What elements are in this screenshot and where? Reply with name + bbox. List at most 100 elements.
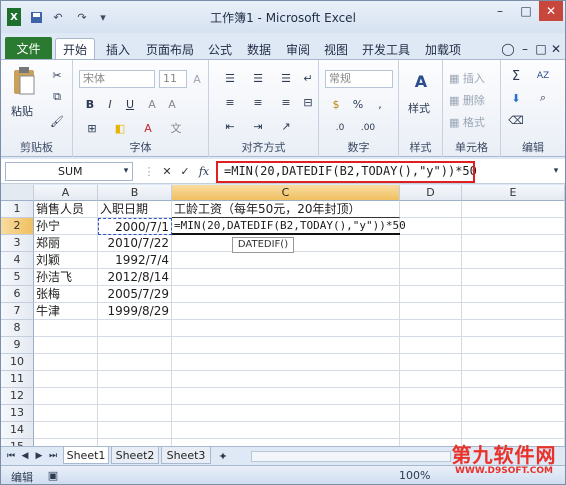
- cell-a5[interactable]: 孙洁飞: [34, 269, 98, 286]
- cell-b3[interactable]: 2010/7/22: [98, 235, 172, 252]
- row-header-5[interactable]: 5: [1, 269, 34, 286]
- percent-icon[interactable]: %: [349, 96, 367, 112]
- grid-cell[interactable]: [400, 252, 462, 269]
- help-icon[interactable]: ◯: [501, 38, 515, 60]
- grow-font-icon[interactable]: A: [189, 70, 205, 88]
- row-header-13[interactable]: 13: [1, 405, 34, 422]
- grid-cell[interactable]: [172, 354, 400, 371]
- horizontal-scrollbar[interactable]: [251, 451, 451, 462]
- grid-cell[interactable]: [400, 303, 462, 320]
- underline-button[interactable]: U: [123, 96, 137, 112]
- align-middle-icon[interactable]: ☰: [249, 70, 267, 86]
- grid-cell[interactable]: [34, 337, 98, 354]
- row-header-10[interactable]: 10: [1, 354, 34, 371]
- wrap-text-icon[interactable]: ↵: [301, 70, 315, 86]
- grid-cell[interactable]: [172, 388, 400, 405]
- prev-sheet-icon[interactable]: ◀: [19, 448, 31, 464]
- cancel-icon[interactable]: ✕: [159, 163, 175, 179]
- styles-button[interactable]: 样式: [408, 100, 430, 116]
- restore-icon[interactable]: □: [535, 38, 547, 60]
- grid-cell[interactable]: [172, 320, 400, 337]
- row-header-3[interactable]: 3: [1, 235, 34, 252]
- tab-data[interactable]: 数据: [241, 38, 277, 60]
- italic-button[interactable]: I: [103, 96, 117, 112]
- column-header-d[interactable]: D: [400, 185, 462, 201]
- grid-cell[interactable]: [98, 320, 172, 337]
- grid-cell[interactable]: [34, 405, 98, 422]
- format-painter-icon[interactable]: 🖌: [47, 114, 67, 128]
- find-icon[interactable]: ⌕: [531, 90, 555, 106]
- sheet-tab-sheet2[interactable]: Sheet2: [111, 447, 159, 464]
- insert-function-button[interactable]: fx: [195, 163, 213, 179]
- shrink-font-icon[interactable]: A: [165, 96, 179, 112]
- tab-file[interactable]: 文件: [5, 37, 52, 60]
- row-header-1[interactable]: 1: [1, 201, 34, 218]
- sheet-tab-sheet1[interactable]: Sheet1: [63, 447, 109, 464]
- cell-c2-editing[interactable]: =MIN(20,DATEDIF(B2,TODAY(),"y"))*50: [172, 218, 406, 235]
- tab-developer[interactable]: 开发工具: [357, 38, 415, 60]
- row-header-2[interactable]: 2: [1, 218, 34, 235]
- grid-cell[interactable]: [462, 388, 565, 405]
- grid-cell[interactable]: [98, 405, 172, 422]
- enter-icon[interactable]: ✓: [177, 163, 193, 179]
- grid-cell[interactable]: [34, 371, 98, 388]
- merge-icon[interactable]: ⊟: [301, 94, 315, 110]
- grid-cell[interactable]: [172, 405, 400, 422]
- tab-formulas[interactable]: 公式: [203, 38, 237, 60]
- grid-cell[interactable]: [400, 388, 462, 405]
- minimize-button[interactable]: –: [487, 1, 513, 21]
- row-header-4[interactable]: 4: [1, 252, 34, 269]
- comma-icon[interactable]: ,: [371, 96, 389, 112]
- cut-icon[interactable]: ✂: [49, 68, 65, 82]
- grid-cell[interactable]: [400, 218, 462, 235]
- grid-cell[interactable]: [98, 371, 172, 388]
- tab-page-layout[interactable]: 页面布局: [141, 38, 199, 60]
- grid-cell[interactable]: [172, 371, 400, 388]
- cell-a7[interactable]: 牛津: [34, 303, 98, 320]
- grid-cell[interactable]: [98, 422, 172, 439]
- grid-cell[interactable]: [172, 286, 400, 303]
- insert-cells-button[interactable]: ▦ 插入: [449, 70, 485, 86]
- grid-cell[interactable]: [98, 354, 172, 371]
- grid-cell[interactable]: [462, 201, 565, 218]
- column-header-c[interactable]: C: [172, 185, 400, 201]
- grid-cell[interactable]: [400, 354, 462, 371]
- cell-b7[interactable]: 1999/8/29: [98, 303, 172, 320]
- currency-icon[interactable]: $: [327, 96, 345, 112]
- row-header-12[interactable]: 12: [1, 388, 34, 405]
- close-button[interactable]: ✕: [539, 1, 563, 21]
- grid-cell[interactable]: [400, 235, 462, 252]
- macro-record-icon[interactable]: ▣: [45, 468, 61, 483]
- increase-indent-icon[interactable]: ⇥: [249, 118, 267, 134]
- grid-cell[interactable]: [462, 354, 565, 371]
- grid-cell[interactable]: [400, 286, 462, 303]
- align-left-icon[interactable]: ≡: [221, 94, 239, 110]
- clear-icon[interactable]: ⌫: [507, 112, 525, 128]
- cell-a3[interactable]: 郑丽: [34, 235, 98, 252]
- grid-cell[interactable]: [462, 303, 565, 320]
- grid-cell[interactable]: [172, 337, 400, 354]
- orientation-icon[interactable]: ↗: [277, 118, 295, 134]
- styles-icon[interactable]: A: [407, 66, 435, 96]
- borders-icon[interactable]: ⊞: [83, 120, 101, 136]
- splitter-icon[interactable]: ⋮: [144, 164, 155, 178]
- grid-cell[interactable]: [462, 422, 565, 439]
- column-header-e[interactable]: E: [462, 185, 565, 201]
- worksheet-grid[interactable]: A B C D E 123456789101112131415 销售人员 入职日…: [1, 185, 565, 456]
- grid-cell[interactable]: [98, 337, 172, 354]
- align-center-icon[interactable]: ≡: [249, 94, 267, 110]
- cell-a4[interactable]: 刘颖: [34, 252, 98, 269]
- delete-cells-button[interactable]: ▦ 删除: [449, 92, 485, 108]
- font-color-icon[interactable]: A: [139, 120, 157, 136]
- grid-cell[interactable]: [400, 320, 462, 337]
- cell-a2[interactable]: 孙宁: [34, 218, 98, 235]
- cell-b2[interactable]: 2000/7/1: [98, 218, 172, 235]
- sort-filter-button[interactable]: AZ: [531, 66, 555, 86]
- function-tooltip[interactable]: DATEDIF(): [232, 237, 294, 253]
- cell-b1[interactable]: 入职日期: [98, 201, 172, 218]
- tab-review[interactable]: 审阅: [281, 38, 315, 60]
- grid-cell[interactable]: [462, 252, 565, 269]
- row-header-11[interactable]: 11: [1, 371, 34, 388]
- decrease-indent-icon[interactable]: ⇤: [221, 118, 239, 134]
- grid-cell[interactable]: [34, 422, 98, 439]
